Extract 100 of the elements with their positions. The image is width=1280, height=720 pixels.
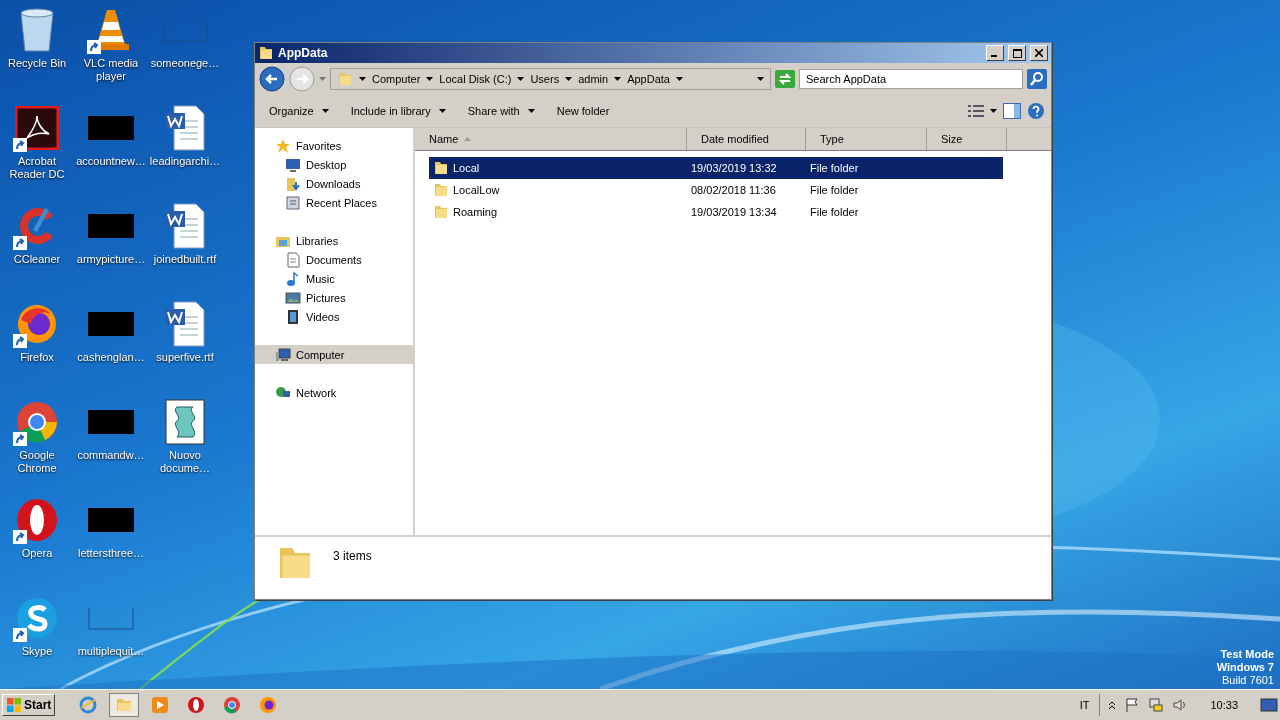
network-icon[interactable]: [1148, 697, 1165, 713]
date-cell-text: 08/02/2018 11:36: [690, 184, 777, 196]
file-row[interactable]: LocalLow 08/02/2018 11:36 File folder: [429, 179, 1003, 201]
nav-item[interactable]: Documents: [255, 250, 413, 269]
chrome-icon: [223, 696, 242, 714]
thumbnail-icon: [88, 508, 134, 532]
nav-item[interactable]: Pictures: [255, 288, 413, 307]
desktop-icon-label[interactable]: leadingarchi…: [148, 155, 222, 168]
nav-item[interactable]: Favorites: [255, 136, 413, 155]
music-note-icon: [285, 270, 301, 287]
system-notice: Test Mode: [1220, 648, 1274, 661]
close-icon: [1035, 49, 1043, 57]
view-options-icon[interactable]: [968, 104, 984, 118]
back-button[interactable]: [259, 66, 285, 92]
desktop-icon-label[interactable]: someonege…: [148, 57, 222, 70]
maximize-icon: [1012, 48, 1022, 58]
firefox-icon: [15, 302, 59, 346]
language-indicator[interactable]: IT: [1079, 699, 1090, 711]
folder-icon: [433, 160, 449, 176]
windows-logo-icon: [6, 697, 22, 713]
type-cell-text: File folder: [809, 184, 860, 196]
desktop-icon-label[interactable]: Skype: [0, 645, 74, 658]
refresh-button[interactable]: [775, 70, 795, 88]
nav-item[interactable]: Computer: [255, 345, 413, 364]
nav-item[interactable]: Network: [255, 383, 413, 402]
thumbnail-icon: [88, 116, 134, 140]
search-field[interactable]: Search AppData: [799, 69, 1023, 89]
breadcrumb[interactable]: Local Disk (C:): [439, 73, 512, 85]
desktop-icon-label[interactable]: joinedbuilt.rtf: [148, 253, 222, 266]
folder-icon: [433, 182, 449, 198]
preview-pane-icon[interactable]: [1003, 103, 1021, 119]
start-button[interactable]: Start: [2, 694, 56, 716]
desktop-icon-label[interactable]: accountnew…: [74, 155, 148, 168]
toolbar-button[interactable]: Include in library: [342, 103, 454, 119]
opera-icon: [187, 696, 206, 714]
desktop-icon-label[interactable]: VLC media player: [74, 57, 148, 83]
computer-icon: [275, 346, 291, 363]
thumbnail-icon: [88, 312, 134, 336]
chevron-up-icon[interactable]: [1108, 700, 1117, 710]
desktop-icon-label[interactable]: armypicture…: [74, 253, 148, 266]
toolbar-button[interactable]: Organize: [261, 103, 337, 119]
word-document-icon: [164, 105, 206, 151]
toolbar-button[interactable]: New folder: [548, 103, 618, 119]
nav-item[interactable]: Recent Places: [255, 193, 413, 212]
minimize-button[interactable]: [986, 45, 1004, 61]
desktop-icon-label[interactable]: commandw…: [74, 449, 148, 462]
recent-pages-caret-icon: [319, 77, 326, 81]
item-count: 3 items: [333, 549, 372, 563]
play-icon: [151, 696, 170, 714]
taskbar-app[interactable]: [109, 693, 140, 717]
opera-icon: [15, 498, 59, 542]
desktop-icon-label[interactable]: Google Chrome: [0, 449, 74, 475]
column-header[interactable]: Name: [415, 128, 687, 150]
nav-item[interactable]: Videos: [255, 307, 413, 326]
desktop-icon-label[interactable]: Firefox: [0, 351, 74, 364]
desktop-icon-label[interactable]: superfive.rtf: [148, 351, 222, 364]
column-header[interactable]: Type: [806, 128, 927, 150]
flag-icon[interactable]: [1124, 697, 1141, 713]
column-header[interactable]: Date modified: [687, 128, 806, 150]
file-row[interactable]: Roaming 19/03/2019 13:34 File folder: [429, 201, 1003, 223]
nav-item[interactable]: Desktop: [255, 155, 413, 174]
clock[interactable]: 10:33: [1210, 699, 1238, 711]
type-cell-text: File folder: [809, 206, 860, 218]
desktop-icon-label[interactable]: CCleaner: [0, 253, 74, 266]
desktop-icon-label[interactable]: Acrobat Reader DC: [0, 155, 74, 181]
desktop-icon-label[interactable]: Recycle Bin: [0, 57, 74, 70]
help-icon[interactable]: [1027, 102, 1045, 120]
desktop-icon-label[interactable]: lettersthree…: [74, 547, 148, 560]
recycle-bin-icon: [17, 7, 57, 53]
desktop-icon-label[interactable]: Opera: [0, 547, 74, 560]
script-file-icon: [165, 399, 205, 445]
nav-item[interactable]: Libraries: [255, 231, 413, 250]
file-name: Roaming: [429, 204, 687, 220]
view-caret-icon: [990, 109, 997, 113]
breadcrumb-caret-icon: [614, 77, 622, 81]
blank-file-icon: [88, 606, 134, 630]
browser-icon: [79, 696, 98, 714]
breadcrumb[interactable]: admin: [578, 73, 609, 85]
search-icon[interactable]: [1027, 69, 1047, 89]
breadcrumb[interactable]: AppData: [627, 73, 670, 85]
close-button[interactable]: [1030, 45, 1048, 61]
folder-icon: [337, 71, 353, 87]
desktop-icon-label[interactable]: Nuovo docume…: [148, 449, 222, 475]
breadcrumb[interactable]: Computer: [372, 73, 421, 85]
nav-item[interactable]: Music: [255, 269, 413, 288]
maximize-button[interactable]: [1008, 45, 1026, 61]
file-name: Local: [429, 160, 687, 176]
nav-item[interactable]: Downloads: [255, 174, 413, 193]
breadcrumb-caret-icon: [426, 77, 434, 81]
desktop-icon-label[interactable]: cashenglan…: [74, 351, 148, 364]
file-row[interactable]: Local 19/03/2019 13:32 File folder: [429, 157, 1003, 179]
blank-file-icon: [162, 18, 208, 42]
recent-places-icon: [285, 194, 301, 211]
breadcrumb[interactable]: Users: [530, 73, 560, 85]
breadcrumb-caret-icon: [517, 77, 525, 81]
column-header[interactable]: Size: [927, 128, 1007, 150]
toolbar-button[interactable]: Share with: [459, 103, 543, 119]
show-desktop-icon[interactable]: [1260, 697, 1278, 713]
address-bar[interactable]: Computer Local Disk (C:) Users admin AppData: [330, 68, 771, 90]
chrome-icon: [15, 400, 59, 444]
